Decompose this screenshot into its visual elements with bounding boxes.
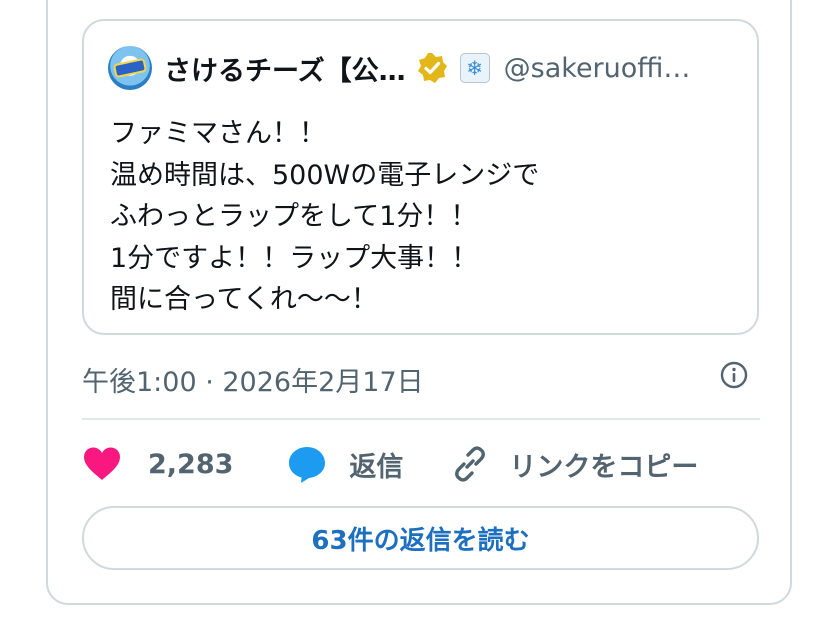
- avatar-logo: [112, 57, 148, 79]
- info-icon[interactable]: [719, 360, 749, 390]
- quoted-tweet[interactable]: さけるチーズ【公… ❄ @sakeruoffi… ファミマさん！！ 温め時間は、…: [82, 19, 759, 335]
- handle[interactable]: @sakeruoffi…: [504, 53, 691, 84]
- quoted-tweet-line: 温め時間は、500Wの電子レンジで: [110, 159, 540, 191]
- snowflake-icon: ❄: [459, 53, 490, 83]
- avatar[interactable]: [108, 46, 152, 90]
- quoted-tweet-line: 1分ですよ！！ラップ大事！！: [110, 242, 479, 274]
- like-count: 2,283: [148, 448, 234, 480]
- divider: [82, 418, 760, 420]
- verified-badge-icon: [417, 53, 447, 83]
- quoted-tweet-line: ふわっとラップをして1分！！: [110, 201, 478, 232]
- speech-bubble-icon: [289, 447, 326, 483]
- copy-link-label: リンクをコピー: [509, 451, 699, 483]
- reply-button[interactable]: 返信: [287, 444, 403, 484]
- read-replies-button[interactable]: 63件の返信を読む: [82, 506, 759, 570]
- quoted-tweet-line: 間に合ってくれ〜〜！: [110, 284, 378, 315]
- reply-label: 返信: [349, 451, 404, 483]
- display-name[interactable]: さけるチーズ【公…: [164, 49, 406, 88]
- like-button[interactable]: 2,283: [82, 446, 233, 482]
- link-icon: [455, 446, 486, 482]
- quoted-tweet-line: ファミマさん！！: [110, 118, 326, 149]
- quoted-tweet-text: ファミマさん！！ 温め時間は、500Wの電子レンジで ふわっとラップをして1分！…: [110, 113, 539, 321]
- copy-link-button[interactable]: リンクをコピー: [451, 445, 698, 484]
- quoted-tweet-header: さけるチーズ【公… ❄ @sakeruoffi…: [108, 45, 690, 91]
- timestamp[interactable]: 午後1:00 · 2026年2月17日: [82, 360, 424, 399]
- heart-icon: [84, 447, 120, 480]
- action-bar: 2,283 返信 リンクをコピー: [82, 440, 698, 488]
